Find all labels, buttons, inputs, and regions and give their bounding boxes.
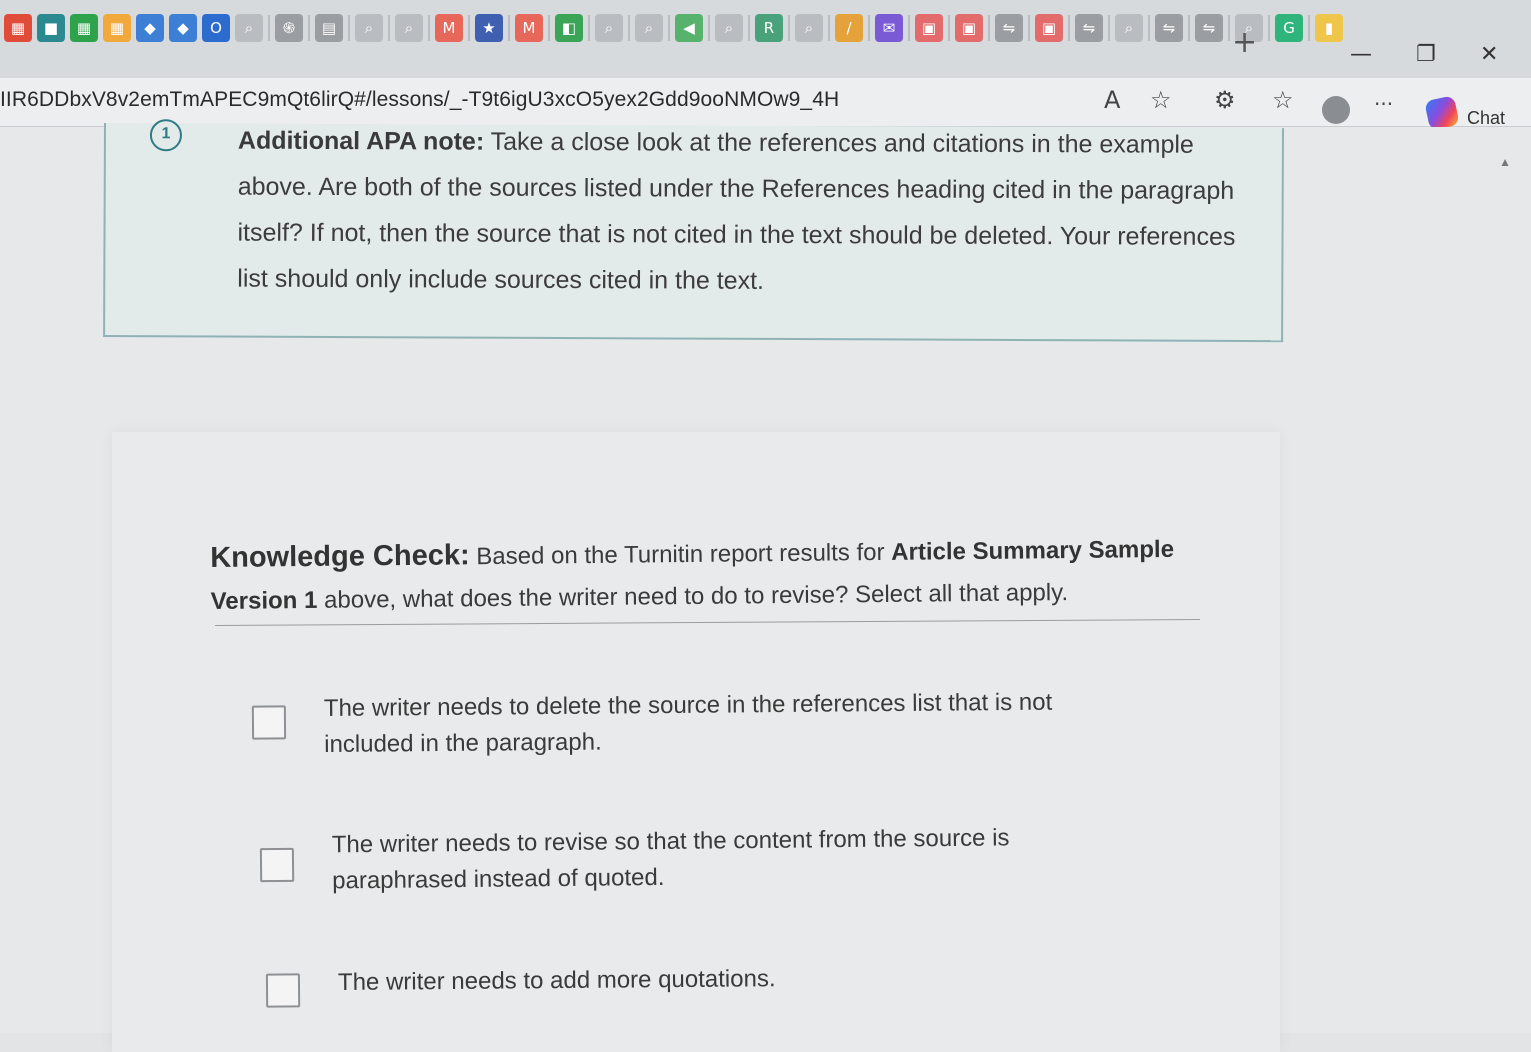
- r-app-icon[interactable]: R: [755, 14, 783, 42]
- restore-button[interactable]: ❐: [1416, 44, 1436, 66]
- note-body-line1: Take a close look at the references and …: [490, 127, 1194, 159]
- microsoft-apps-icon[interactable]: ▦: [4, 14, 32, 42]
- scroll-up-arrow-icon[interactable]: ▲: [1499, 155, 1511, 169]
- favorites-icon[interactable]: ☆: [1272, 88, 1294, 112]
- note-body: above. Are both of the sources listed un…: [237, 172, 1236, 295]
- tab-separator: [1108, 15, 1110, 41]
- tab-separator: [1068, 15, 1070, 41]
- answer-label-3[interactable]: The writer needs to add more quotations.: [338, 958, 1098, 1001]
- mail-icon[interactable]: ✉: [875, 14, 903, 42]
- answer-checkbox-1[interactable]: [251, 705, 287, 740]
- search-tab-icon[interactable]: ⌕: [1115, 14, 1143, 42]
- copilot-icon[interactable]: [1424, 95, 1460, 131]
- tab-strip: ▦ ■ ▦ ▦ ◆ ◆ O ⌕ ֍ ▤ ⌕ ⌕ M ★ M ◧ ⌕ ⌕ ◀ ⌕ R ⌕ / ✉ ▣ ▣ ⇋ ▣ ⇋ ⌕ ⇋ ⇋ ⌕ G ▮: [4, 14, 1343, 42]
- green-app-icon[interactable]: ◧: [555, 14, 583, 42]
- tab-separator: [548, 15, 550, 41]
- tab-separator: [588, 15, 590, 41]
- yellow-app-icon[interactable]: ▮: [1315, 14, 1343, 42]
- tab-bar: ▦ ■ ▦ ▦ ◆ ◆ O ⌕ ֍ ▤ ⌕ ⌕ M ★ M ◧ ⌕ ⌕ ◀ ⌕ R ⌕ / ✉ ▣ ▣ ⇋ ▣ ⇋ ⌕ ⇋ ⇋ ⌕ G ▮ + — …: [0, 0, 1531, 79]
- tab-separator: [708, 15, 710, 41]
- folder-sync-icon[interactable]: ⇋: [1075, 14, 1103, 42]
- answer-label-1[interactable]: The writer needs to delete the source in…: [324, 684, 1085, 763]
- tab-separator: [468, 15, 470, 41]
- teal-app-icon[interactable]: ■: [37, 14, 65, 42]
- tab-separator: [1028, 15, 1030, 41]
- search-tab-icon[interactable]: ⌕: [355, 14, 383, 42]
- tab-separator: [828, 15, 830, 41]
- gmail-icon[interactable]: M: [435, 14, 463, 42]
- green-arrow-icon[interactable]: ◀: [675, 14, 703, 42]
- knowledge-check-card: Knowledge Check: Based on the Turnitin r…: [112, 432, 1280, 1052]
- calendar-icon[interactable]: ▤: [315, 14, 343, 42]
- profile-avatar[interactable]: [1322, 96, 1350, 124]
- answer-option-2[interactable]: The writer needs to revise so that the c…: [259, 820, 1061, 900]
- teams-icon[interactable]: ◆: [136, 14, 164, 42]
- outlook-icon[interactable]: O: [202, 14, 230, 42]
- close-window-button[interactable]: ✕: [1480, 44, 1498, 66]
- microsoft-apps-icon[interactable]: ▦: [70, 14, 98, 42]
- tab-separator: [668, 15, 670, 41]
- search-tab-icon[interactable]: ⌕: [795, 14, 823, 42]
- search-tab-icon[interactable]: ⌕: [595, 14, 623, 42]
- new-tab-button[interactable]: +: [1232, 28, 1257, 58]
- pdf-icon[interactable]: ▣: [1035, 14, 1063, 42]
- search-tab-icon[interactable]: ⌕: [395, 14, 423, 42]
- tab-separator: [1188, 15, 1190, 41]
- tab-separator: [508, 15, 510, 41]
- folder-sync-icon[interactable]: ⇋: [1195, 14, 1223, 42]
- lesson-content: ▲ 1 Additional APA note: Take a close lo…: [0, 119, 1531, 1052]
- question-text-post: above, what does the writer need to do t…: [323, 579, 1069, 614]
- tab-separator: [948, 15, 950, 41]
- apa-note-callout: 1 Additional APA note: Take a close look…: [103, 119, 1284, 343]
- tab-separator: [988, 15, 990, 41]
- answer-checkbox-2[interactable]: [259, 847, 295, 883]
- favorite-star-icon[interactable]: ☆: [1150, 88, 1172, 112]
- gmail-icon[interactable]: M: [515, 14, 543, 42]
- pdf-icon[interactable]: ▣: [955, 14, 983, 42]
- tab-separator: [1268, 15, 1270, 41]
- tab-separator: [1228, 15, 1230, 41]
- microsoft-apps-icon[interactable]: ▦: [103, 14, 131, 42]
- note-number-icon: 1: [149, 119, 183, 152]
- question-prompt: Knowledge Check: Based on the Turnitin r…: [210, 527, 1191, 623]
- tab-separator: [268, 15, 270, 41]
- tab-separator: [428, 15, 430, 41]
- note-heading: Additional APA note:: [237, 126, 485, 156]
- search-tab-icon[interactable]: ⌕: [715, 14, 743, 42]
- more-menu-icon[interactable]: ···: [1374, 94, 1393, 114]
- tab-separator: [748, 15, 750, 41]
- tab-separator: [868, 15, 870, 41]
- tab-separator: [908, 15, 910, 41]
- tab-separator: [308, 15, 310, 41]
- folder-sync-icon[interactable]: ⇋: [995, 14, 1023, 42]
- answer-checkbox-3[interactable]: [265, 973, 301, 1008]
- search-tab-icon[interactable]: ⌕: [635, 14, 663, 42]
- search-tab-icon[interactable]: ⌕: [235, 14, 263, 42]
- tab-separator: [388, 15, 390, 41]
- note-text: Additional APA note: Take a close look a…: [237, 118, 1258, 306]
- answer-label-2[interactable]: The writer needs to revise so that the c…: [332, 820, 1033, 899]
- tab-separator: [348, 15, 350, 41]
- answer-option-3[interactable]: The writer needs to add more quotations.: [265, 958, 1098, 1008]
- read-aloud-icon[interactable]: A: [1104, 88, 1120, 112]
- question-title: Knowledge Check:: [210, 539, 470, 574]
- chatgpt-icon[interactable]: ֍: [275, 14, 303, 42]
- folder-sync-icon[interactable]: ⇋: [1155, 14, 1183, 42]
- question-text-pre: Based on the Turnitin report results for: [476, 538, 885, 571]
- teams-icon[interactable]: ◆: [169, 14, 197, 42]
- minimize-button[interactable]: —: [1350, 44, 1372, 66]
- extensions-icon[interactable]: ⚙: [1214, 88, 1236, 112]
- grammarly-icon[interactable]: G: [1275, 14, 1303, 42]
- tab-separator: [788, 15, 790, 41]
- slash-app-icon[interactable]: /: [835, 14, 863, 42]
- chat-button[interactable]: Chat: [1467, 108, 1505, 129]
- tab-separator: [1148, 15, 1150, 41]
- tab-separator: [628, 15, 630, 41]
- star-app-icon[interactable]: ★: [475, 14, 503, 42]
- answer-option-1[interactable]: The writer needs to delete the source in…: [251, 684, 1085, 763]
- pdf-icon[interactable]: ▣: [915, 14, 943, 42]
- url-field[interactable]: IIR6DDbxV8v2emTmAPEC9mQt6lirQ#/lessons/_…: [0, 88, 839, 112]
- tab-separator: [1308, 15, 1310, 41]
